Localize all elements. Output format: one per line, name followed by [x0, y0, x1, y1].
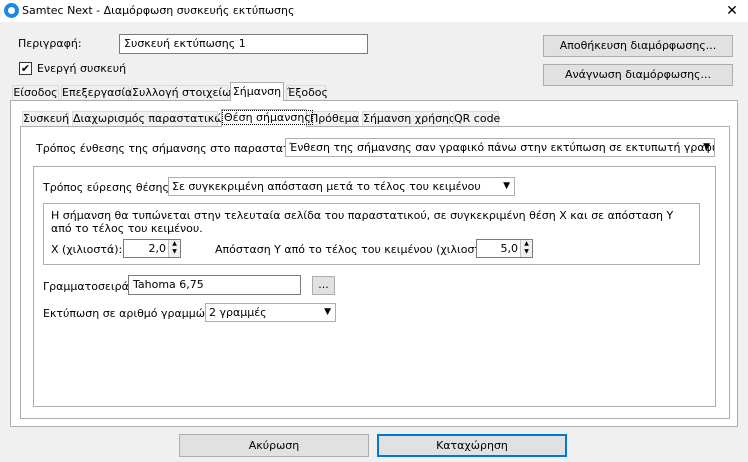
spin-up-icon[interactable]: ▲ [521, 240, 532, 248]
tab-processing[interactable]: Επεξεργασία [61, 85, 132, 100]
spin-arrows[interactable]: ▲ ▼ [520, 240, 532, 257]
x-value: 2,0 [148, 242, 167, 255]
tab-data-collection[interactable]: Συλλογή στοιχείων [131, 85, 237, 100]
submit-button[interactable]: Καταχώρηση [377, 434, 567, 457]
y-stepper[interactable]: 5,0 ▲ ▼ [476, 239, 533, 258]
cancel-button[interactable]: Ακύρωση [179, 434, 369, 457]
description-input[interactable]: Συσκευή εκτύπωσης 1 [119, 34, 368, 54]
spin-down-icon[interactable]: ▼ [521, 248, 532, 256]
lines-value: 2 γραμμές [209, 306, 267, 319]
active-device-label: Ενεργή συσκευή [37, 62, 127, 75]
info-text-line2: από το τέλος του κειμένου. [51, 222, 203, 235]
chevron-down-icon: ▼ [503, 181, 510, 191]
font-label: Γραμματοσειρά: [43, 280, 133, 293]
tab-marking-position[interactable]: Θέση σήμανσης [221, 109, 313, 127]
placement-mode-label: Τρόπος ένθεσης της σήμανσης στο παραστατ… [36, 142, 311, 155]
spin-down-icon[interactable]: ▼ [169, 248, 180, 256]
description-label: Περιγραφή: [18, 37, 82, 50]
spin-up-icon[interactable]: ▲ [169, 240, 180, 248]
close-icon[interactable]: ✕ [716, 0, 748, 22]
active-device-checkbox[interactable]: ✔ [19, 62, 32, 75]
save-configuration-button[interactable]: Αποθήκευση διαμόρφωσης... [543, 35, 733, 57]
lines-select[interactable]: 2 γραμμές ▼ [205, 303, 336, 322]
y-label: Απόσταση Y από το τέλος του κειμένου (χι… [215, 243, 497, 256]
tab-output[interactable]: Έξοδος [286, 85, 328, 100]
tab-document-separation[interactable]: Διαχωρισμός παραστατικών [72, 111, 230, 126]
tab-marking-position-label: Θέση σήμανσης [222, 110, 313, 125]
tab-usage-marking[interactable]: Σήμανση χρήσης [362, 111, 455, 126]
position-mode-label: Τρόπος εύρεσης θέσης: [43, 181, 173, 194]
x-label: X (χιλιοστά): [51, 243, 123, 256]
tab-marking[interactable]: Σήμανση [230, 82, 284, 101]
app-icon [4, 3, 19, 18]
placement-mode-value: Ένθεση της σήμανσης σαν γραφικό πάνω στη… [289, 141, 715, 154]
x-stepper[interactable]: 2,0 ▲ ▼ [123, 239, 181, 258]
position-mode-value: Σε συγκεκριμένη απόσταση μετά το τέλος τ… [172, 180, 481, 193]
position-mode-select[interactable]: Σε συγκεκριμένη απόσταση μετά το τέλος τ… [168, 177, 515, 196]
window-title: Samtec Next - Διαμόρφωση συσκευής εκτύπω… [22, 4, 295, 17]
placement-mode-select[interactable]: Ένθεση της σήμανσης σαν γραφικό πάνω στη… [285, 138, 715, 157]
y-value: 5,0 [500, 242, 519, 255]
info-text-line1: Η σήμανση θα τυπώνεται στην τελευταία σε… [51, 209, 674, 222]
chevron-down-icon: ▼ [703, 142, 710, 152]
check-icon: ✔ [20, 62, 31, 75]
tab-device[interactable]: Συσκευή [22, 111, 69, 126]
tab-qr-code[interactable]: QR code [453, 111, 500, 126]
font-picker-button[interactable]: ... [312, 276, 335, 295]
chevron-down-icon: ▼ [324, 307, 331, 317]
tab-prefix[interactable]: Πρόθεμα [309, 111, 359, 126]
read-configuration-button[interactable]: Ανάγνωση διαμόρφωσης... [543, 64, 733, 86]
spin-arrows[interactable]: ▲ ▼ [168, 240, 180, 257]
lines-label: Εκτύπωση σε αριθμό γραμμών: [43, 307, 215, 320]
font-input[interactable]: Tahoma 6,75 [128, 275, 301, 295]
tab-input[interactable]: Είσοδος [12, 85, 59, 100]
